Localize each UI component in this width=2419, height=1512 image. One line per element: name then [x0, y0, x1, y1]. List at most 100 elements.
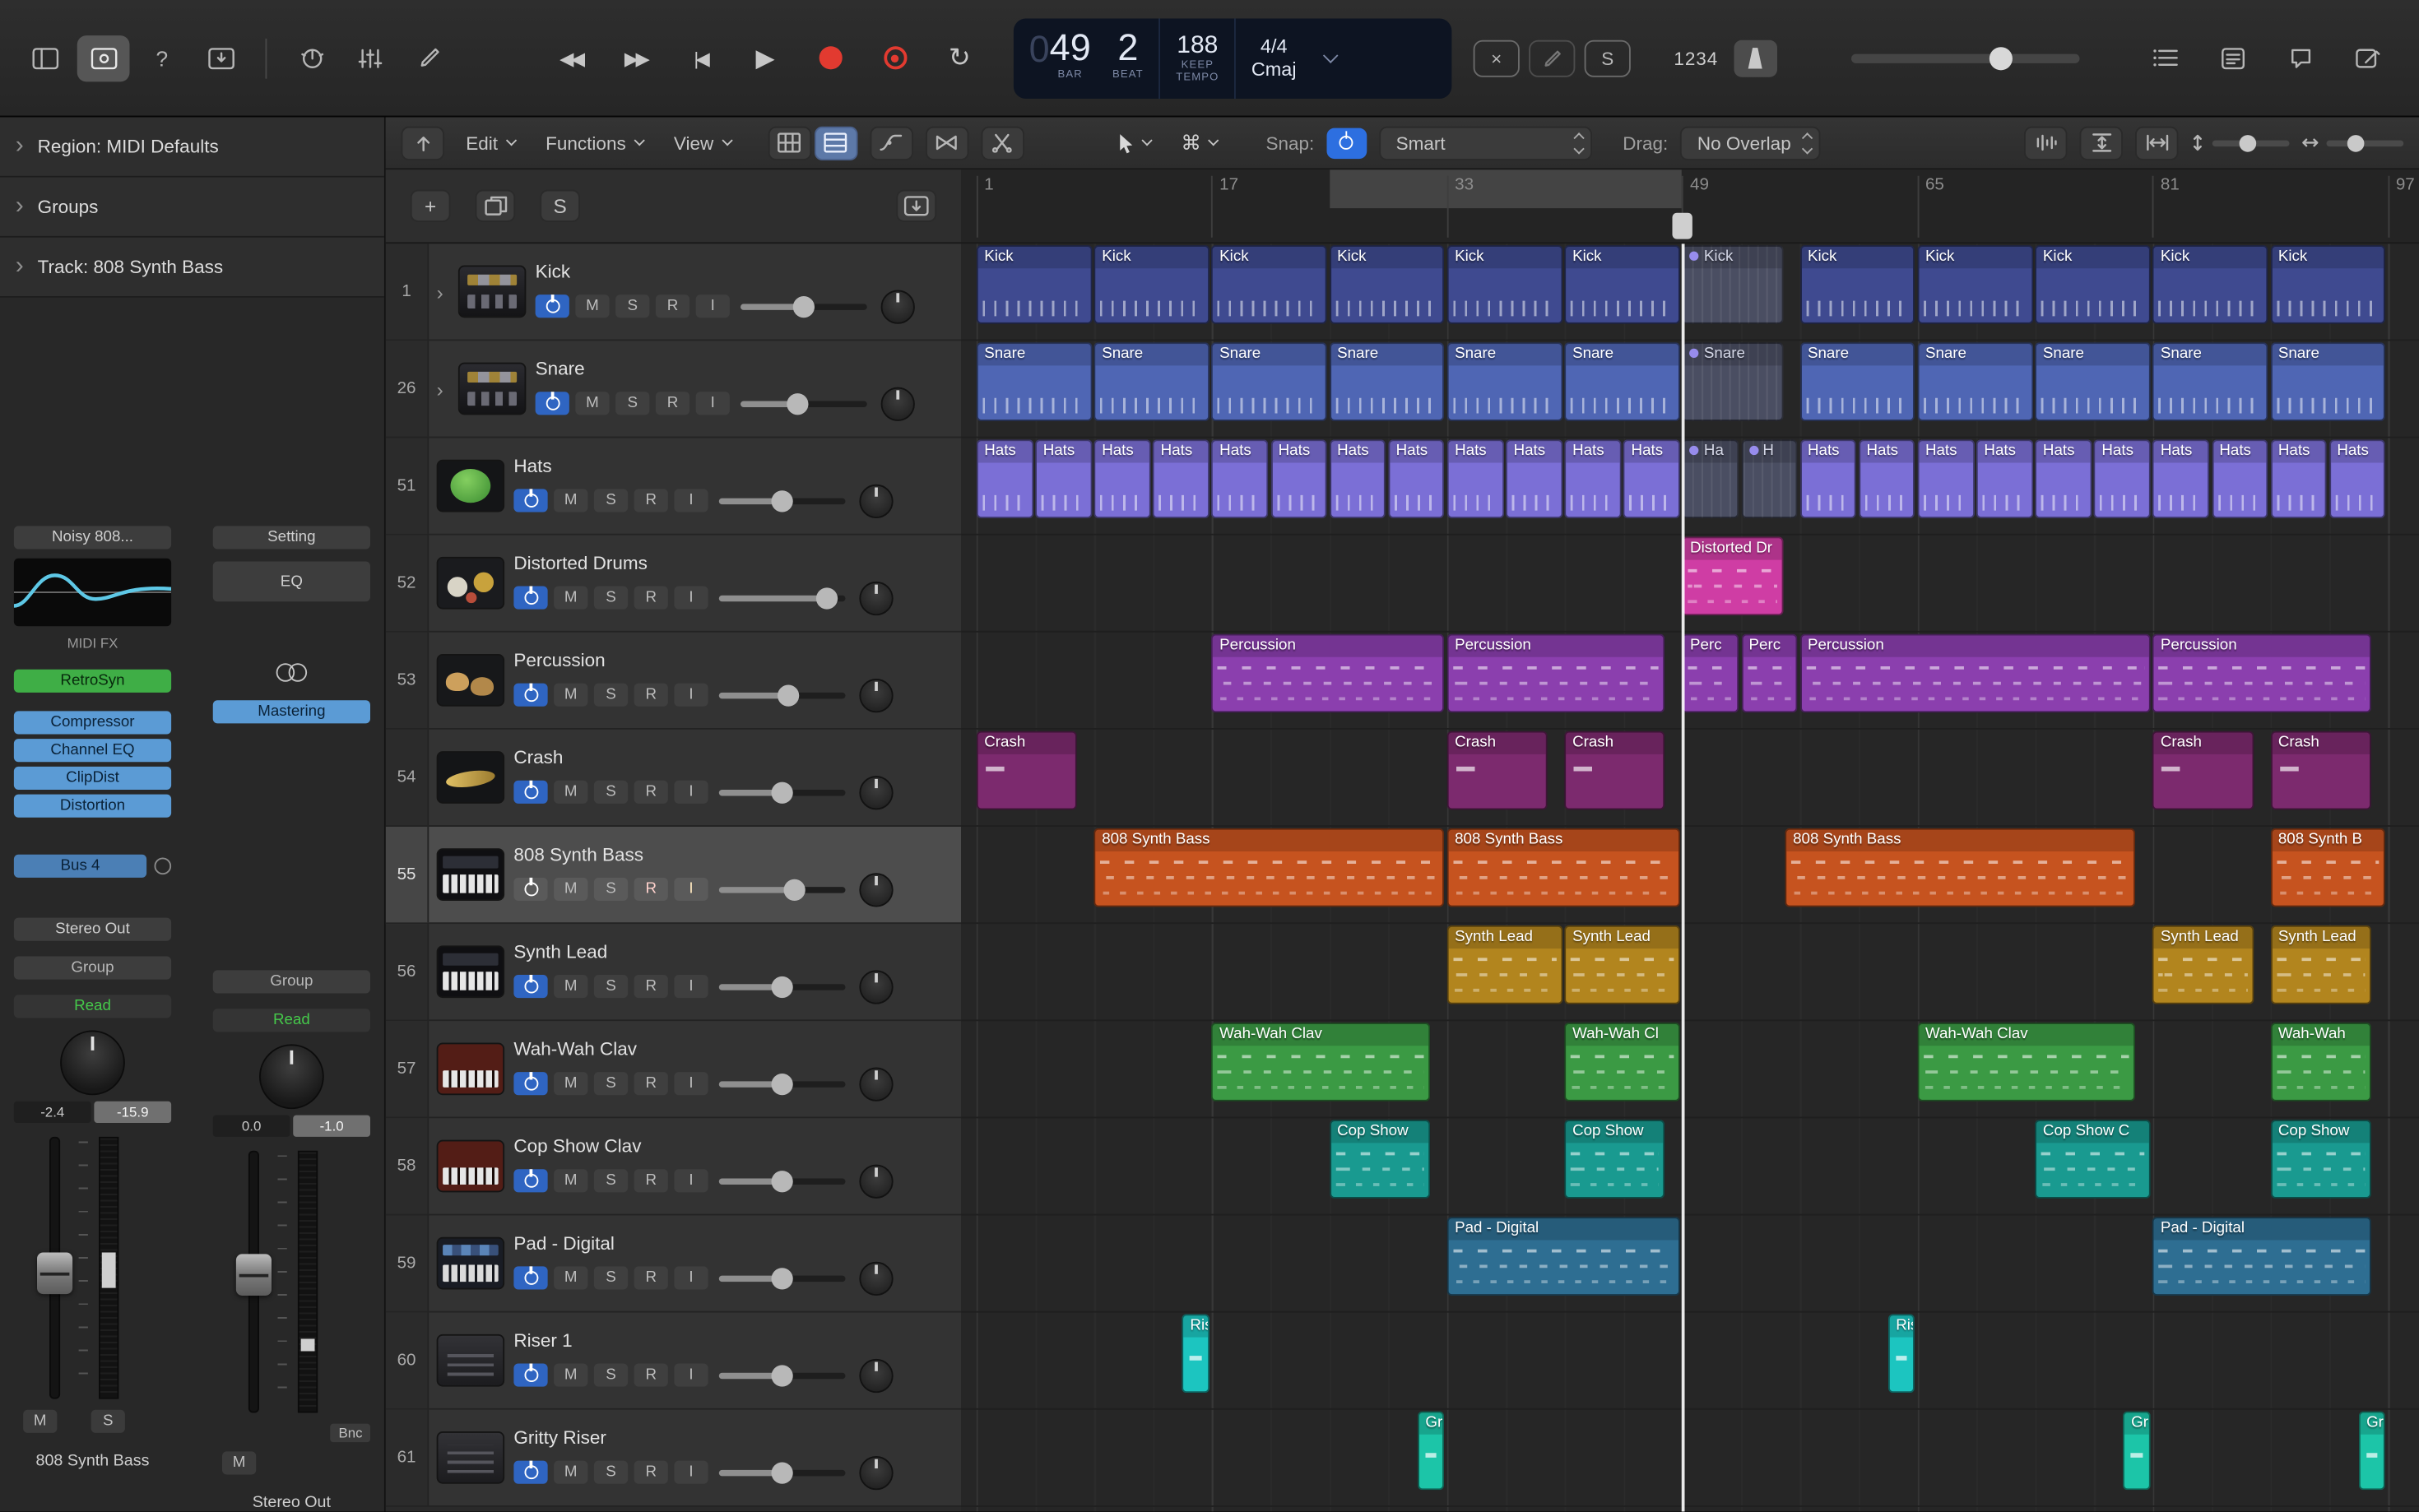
group-slot-button[interactable]: Group — [213, 970, 370, 993]
volume-slider-thumb[interactable] — [772, 1462, 793, 1483]
drag-mode-dropdown[interactable]: No Overlap — [1680, 126, 1820, 160]
track-header-kick[interactable]: 1›KickMSRI — [386, 243, 961, 341]
send-level-knob[interactable] — [155, 858, 172, 875]
region-snare[interactable]: Snare — [1918, 342, 2033, 421]
track-volume-slider[interactable] — [719, 1275, 846, 1282]
record-enable-button[interactable]: R — [634, 1266, 668, 1289]
channel-setting-button[interactable]: Setting — [213, 526, 370, 549]
region-hats[interactable]: Hats — [1212, 439, 1269, 518]
quick-help-button[interactable]: ? — [136, 35, 188, 81]
track-name[interactable]: Hats — [513, 454, 949, 475]
track-power-button[interactable] — [513, 878, 547, 901]
arrange-lane-gritty-riser[interactable] — [961, 1410, 2419, 1507]
track-volume-slider[interactable] — [719, 886, 846, 893]
input-monitor-button[interactable]: I — [674, 781, 708, 804]
track-name[interactable]: Cop Show Clav — [513, 1134, 949, 1156]
region-hats[interactable]: Hats — [1506, 439, 1562, 518]
track-header-808-synth-bass[interactable]: 55808 Synth BassMSRI — [386, 827, 961, 924]
arrange-area[interactable]: KickKickKickKickKickKickKickKickKickKick… — [961, 243, 2419, 1511]
region-inspector-header[interactable]: Region: MIDI Defaults — [0, 118, 384, 178]
mixer-button[interactable] — [344, 35, 397, 81]
region-percussion[interactable]: Percussion — [1447, 634, 1665, 713]
mute-button[interactable]: M — [554, 878, 587, 901]
record-enable-button[interactable]: R — [634, 878, 668, 901]
region-kick[interactable]: Kick — [2270, 245, 2385, 324]
slider-track[interactable] — [2212, 140, 2290, 146]
volume-value[interactable]: -1.0 — [293, 1115, 370, 1137]
track-pan-knob[interactable] — [859, 969, 893, 1003]
play-button[interactable]: ▶ — [736, 35, 794, 81]
duplicate-track-button[interactable] — [476, 190, 516, 222]
audio-fx-slot-button[interactable]: Mastering — [213, 700, 370, 723]
channel-solo-button[interactable]: S — [91, 1410, 125, 1433]
input-monitor-button[interactable]: I — [674, 975, 708, 998]
track-power-button[interactable] — [513, 781, 547, 804]
automation-mode-button[interactable]: Read — [14, 995, 171, 1018]
track-name[interactable]: Kick — [536, 260, 949, 281]
region-hats[interactable]: Hats — [1976, 439, 2033, 518]
region-hats[interactable]: Hats — [1623, 439, 1680, 518]
automation-curve-button[interactable] — [870, 126, 913, 160]
solo-button[interactable]: S — [594, 1266, 628, 1289]
track-volume-slider[interactable] — [741, 303, 867, 309]
track-power-button[interactable] — [536, 392, 569, 415]
region-cop-show[interactable]: Cop Show — [1330, 1120, 1430, 1199]
channel-mute-button[interactable]: M — [23, 1410, 57, 1433]
solo-button[interactable]: S — [594, 489, 628, 512]
input-monitor-button[interactable]: I — [674, 1072, 708, 1095]
disclosure-triangle[interactable]: › — [437, 280, 449, 303]
pan-value[interactable]: -2.4 — [14, 1102, 91, 1123]
edit-menu[interactable]: Edit — [457, 128, 524, 159]
browsers-button[interactable] — [2342, 35, 2394, 81]
track-header-percussion[interactable]: 53PercussionMSRI — [386, 633, 961, 730]
region-synth-lead[interactable]: Synth Lead — [2153, 925, 2254, 1004]
snap-toggle-button[interactable] — [1326, 128, 1367, 159]
replace-mode-button[interactable]: × — [1474, 39, 1520, 77]
add-track-button[interactable]: + — [411, 190, 451, 222]
input-monitor-button[interactable]: I — [674, 489, 708, 512]
split-tool-button[interactable] — [981, 126, 1024, 160]
record-enable-button[interactable]: R — [656, 392, 689, 415]
region-percussion[interactable]: Percussion — [1212, 634, 1445, 713]
region-crash[interactable]: Crash — [1447, 731, 1548, 810]
track-name[interactable]: Riser 1 — [513, 1329, 949, 1350]
region-snare-muted[interactable]: Snare — [1683, 342, 1783, 421]
region-kick-muted[interactable]: Kick — [1683, 245, 1783, 324]
metronome-button[interactable] — [1734, 39, 1777, 77]
fader-cap[interactable] — [37, 1253, 72, 1295]
track-name[interactable]: Crash — [513, 746, 949, 768]
region-wah-wah-clav[interactable]: Wah-Wah Clav — [1918, 1023, 2136, 1102]
forward-button[interactable]: ▶▶ — [606, 35, 665, 81]
eq-thumbnail[interactable] — [14, 559, 171, 627]
list-editors-button[interactable] — [2138, 35, 2191, 81]
output-slot-button[interactable]: Stereo Out — [14, 918, 171, 941]
lcd-mode-chevron[interactable] — [1312, 18, 1349, 99]
region-808-synth-b[interactable]: 808 Synth B — [2270, 828, 2385, 907]
region-cop-show[interactable]: Cop Show — [2270, 1120, 2370, 1199]
lanes-view-button[interactable] — [814, 126, 857, 160]
track-power-button[interactable] — [513, 1266, 547, 1289]
groups-inspector-header[interactable]: Groups — [0, 178, 384, 238]
mute-button[interactable]: M — [554, 1461, 587, 1484]
track-power-button[interactable] — [513, 1461, 547, 1484]
track-header-crash[interactable]: 54CrashMSRI — [386, 730, 961, 827]
capture-record-button[interactable] — [866, 35, 924, 81]
input-monitor-button[interactable]: I — [674, 587, 708, 610]
input-monitor-button[interactable]: I — [674, 1169, 708, 1192]
smart-controls-button[interactable] — [286, 35, 338, 81]
region-pad-digital[interactable]: Pad - Digital — [2153, 1217, 2371, 1296]
region-hats[interactable]: Hats — [1565, 439, 1622, 518]
track-volume-slider[interactable] — [741, 401, 867, 407]
record-enable-button[interactable]: R — [634, 489, 668, 512]
track-header-gritty-riser[interactable]: 61Gritty RiserMSRI — [386, 1410, 961, 1507]
track-volume-slider[interactable] — [719, 498, 846, 504]
track-power-button[interactable] — [513, 1169, 547, 1192]
bar-ruler[interactable]: 1173349658197 — [961, 169, 2419, 243]
track-header-hats[interactable]: 51HatsMSRI — [386, 438, 961, 536]
region-ris[interactable]: Ris — [1182, 1315, 1210, 1394]
region-hats[interactable]: Hats — [1447, 439, 1504, 518]
region-crash[interactable]: Crash — [977, 731, 1077, 810]
record-enable-button[interactable]: R — [634, 587, 668, 610]
lcd-display[interactable]: 0 49 BAR 2 BEAT 188 KEEP TEMPO 4/4 Cmaj — [1014, 18, 1452, 99]
region-hats[interactable]: Hats — [2036, 439, 2092, 518]
